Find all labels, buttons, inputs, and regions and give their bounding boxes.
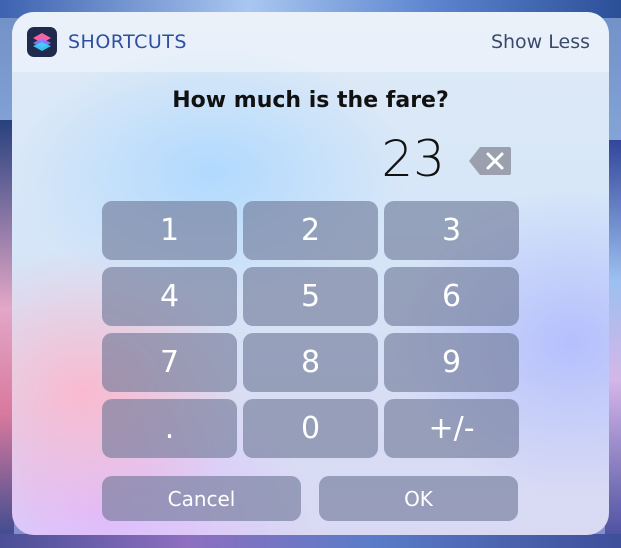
key-9[interactable]: 9: [384, 333, 519, 392]
ok-button[interactable]: OK: [319, 476, 518, 521]
app-name: SHORTCUTS: [68, 31, 187, 53]
show-less-button[interactable]: Show Less: [491, 31, 590, 53]
key-4[interactable]: 4: [102, 267, 237, 326]
key-6[interactable]: 6: [384, 267, 519, 326]
key-8[interactable]: 8: [243, 333, 378, 392]
wallpaper-bottom-stripe: [0, 534, 621, 548]
key-decimal[interactable]: .: [102, 399, 237, 458]
key-7[interactable]: 7: [102, 333, 237, 392]
cancel-button[interactable]: Cancel: [102, 476, 301, 521]
shortcuts-icon: [27, 27, 57, 57]
backspace-icon[interactable]: [468, 146, 512, 176]
key-1[interactable]: 1: [102, 201, 237, 260]
key-0[interactable]: 0: [243, 399, 378, 458]
key-5[interactable]: 5: [243, 267, 378, 326]
key-2[interactable]: 2: [243, 201, 378, 260]
shortcut-notification-card: SHORTCUTS Show Less How much is the fare…: [12, 12, 609, 535]
key-sign-toggle[interactable]: +/-: [384, 399, 519, 458]
prompt-question: How much is the fare?: [172, 88, 449, 113]
entered-value: 23: [381, 130, 445, 188]
key-3[interactable]: 3: [384, 201, 519, 260]
card-header: SHORTCUTS Show Less: [12, 12, 609, 72]
